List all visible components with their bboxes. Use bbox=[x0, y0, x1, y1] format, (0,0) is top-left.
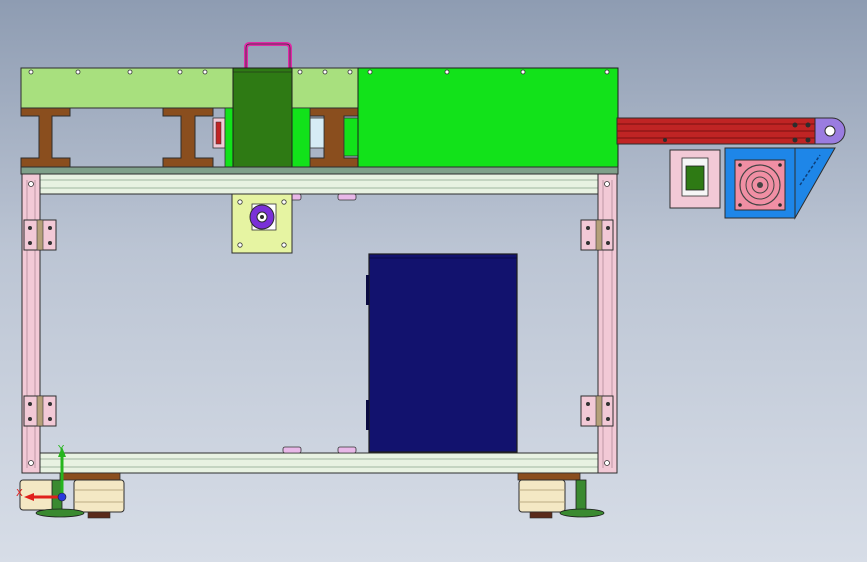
frame-top-rail bbox=[21, 173, 618, 195]
belt-arm bbox=[616, 117, 846, 220]
hinge-left-top bbox=[23, 219, 57, 251]
side-bracket-right bbox=[309, 117, 325, 149]
rail-clips bbox=[282, 193, 357, 454]
frame bbox=[21, 173, 618, 474]
cad-viewport[interactable]: Y X bbox=[0, 0, 867, 562]
green-side-plate-left bbox=[224, 107, 234, 169]
top-plate bbox=[20, 67, 362, 109]
green-side-plate-right bbox=[291, 107, 311, 169]
center-module bbox=[232, 67, 293, 169]
hinge-left-bottom bbox=[23, 395, 57, 427]
hinge-right-bottom bbox=[580, 395, 614, 427]
base-slab bbox=[20, 166, 619, 175]
drive-mount bbox=[231, 193, 293, 254]
hinge-right-top bbox=[580, 219, 614, 251]
top-assembly bbox=[20, 42, 619, 175]
lifting-handle bbox=[244, 42, 292, 70]
i-beam-middle bbox=[162, 107, 214, 168]
frame-right-post bbox=[597, 173, 618, 474]
y-axis-label: Y bbox=[57, 444, 65, 455]
leveling-foot-right bbox=[559, 479, 605, 518]
control-box bbox=[366, 253, 518, 453]
frame-left-post bbox=[21, 173, 41, 474]
x-axis-label: X bbox=[16, 488, 23, 499]
i-beam-left bbox=[20, 107, 71, 168]
frame-bottom-rail bbox=[21, 452, 618, 474]
main-housing-block bbox=[357, 67, 619, 168]
z-axis-dot bbox=[57, 492, 67, 502]
